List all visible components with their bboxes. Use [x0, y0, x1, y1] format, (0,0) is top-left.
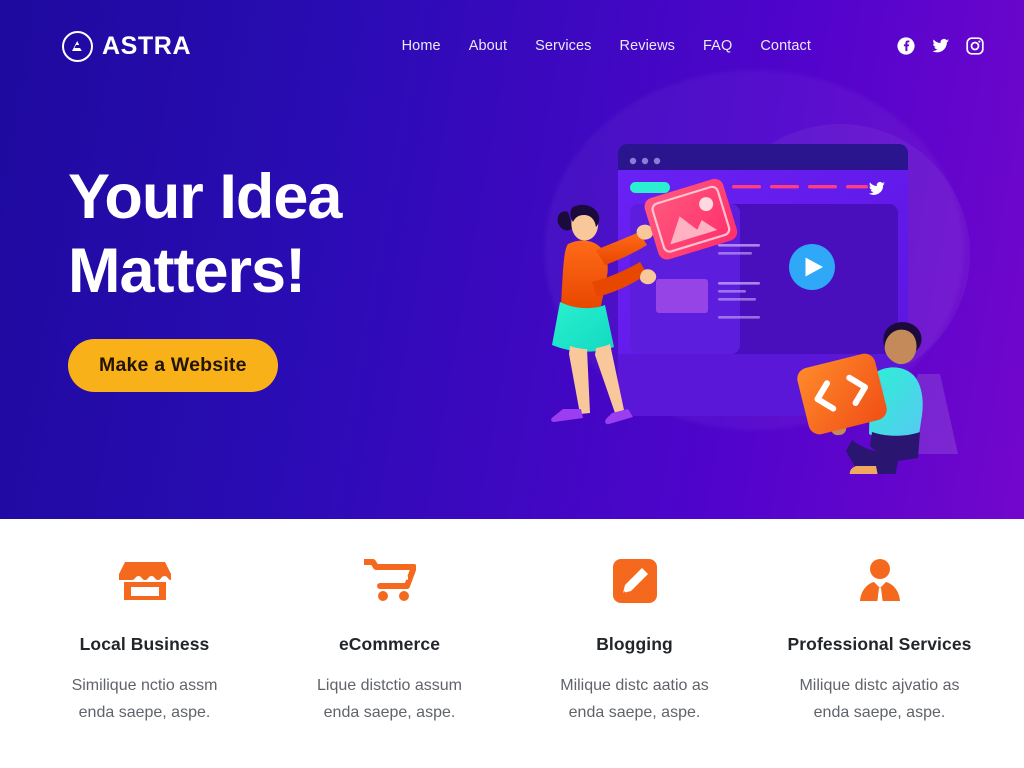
twitter-icon[interactable]: [931, 37, 950, 55]
feature-card-local-business[interactable]: Local Business Similique nctio assm enda…: [22, 553, 267, 726]
teal-pill-button: [630, 182, 670, 193]
nav-item-faq[interactable]: FAQ: [703, 38, 732, 54]
feature-title: Blogging: [596, 634, 673, 654]
nav-item-about[interactable]: About: [469, 38, 507, 54]
feature-title: Local Business: [79, 634, 210, 654]
feature-card-blogging[interactable]: Blogging Milique distc aatio as enda sae…: [512, 553, 757, 726]
feature-title: eCommerce: [338, 634, 441, 654]
hero-section: ASTRA Home About Services Reviews FAQ Co…: [0, 0, 1024, 519]
social-links: [897, 37, 984, 55]
feature-description: Lique distctio assum enda saepe, aspe.: [317, 677, 462, 721]
instagram-icon[interactable]: [966, 37, 984, 55]
astra-circle-logo-icon: [62, 30, 93, 62]
hero-illustration: [540, 104, 1010, 485]
main-nav: Home About Services Reviews FAQ Contact: [402, 37, 984, 55]
brand-logo[interactable]: ASTRA: [62, 30, 192, 62]
play-button: [789, 244, 835, 290]
hero-copy: Your Idea Matters! Make a Website: [68, 160, 342, 392]
landing-page: ASTRA Home About Services Reviews FAQ Co…: [0, 0, 1024, 768]
brand-name: ASTRA: [102, 31, 192, 60]
nav-item-reviews[interactable]: Reviews: [620, 38, 676, 54]
pencil-edit-icon: [612, 553, 658, 609]
site-header: ASTRA Home About Services Reviews FAQ Co…: [0, 0, 1024, 92]
nav-item-contact[interactable]: Contact: [760, 38, 811, 54]
feature-card-ecommerce[interactable]: eCommerce Lique distctio assum enda saep…: [267, 553, 512, 726]
feature-title: Professional Services: [787, 634, 972, 654]
feature-description: Similique nctio assm enda saepe, aspe.: [71, 677, 218, 721]
make-a-website-button[interactable]: Make a Website: [68, 339, 278, 392]
features-section: Local Business Similique nctio assm enda…: [0, 519, 1024, 768]
feature-description: Milique distc aatio as enda saepe, aspe.: [560, 677, 709, 721]
feature-card-professional-services[interactable]: Professional Services Milique distc ajva…: [757, 553, 1002, 726]
business-person-icon: [856, 553, 904, 609]
nav-item-home[interactable]: Home: [402, 38, 441, 54]
nav-item-services[interactable]: Services: [535, 38, 591, 54]
store-icon: [118, 553, 171, 609]
hero-title: Your Idea Matters!: [68, 162, 342, 306]
shopping-cart-icon: [363, 553, 416, 609]
feature-description: Milique distc ajvatio as enda saepe, asp…: [799, 677, 960, 721]
facebook-icon[interactable]: [897, 37, 915, 55]
